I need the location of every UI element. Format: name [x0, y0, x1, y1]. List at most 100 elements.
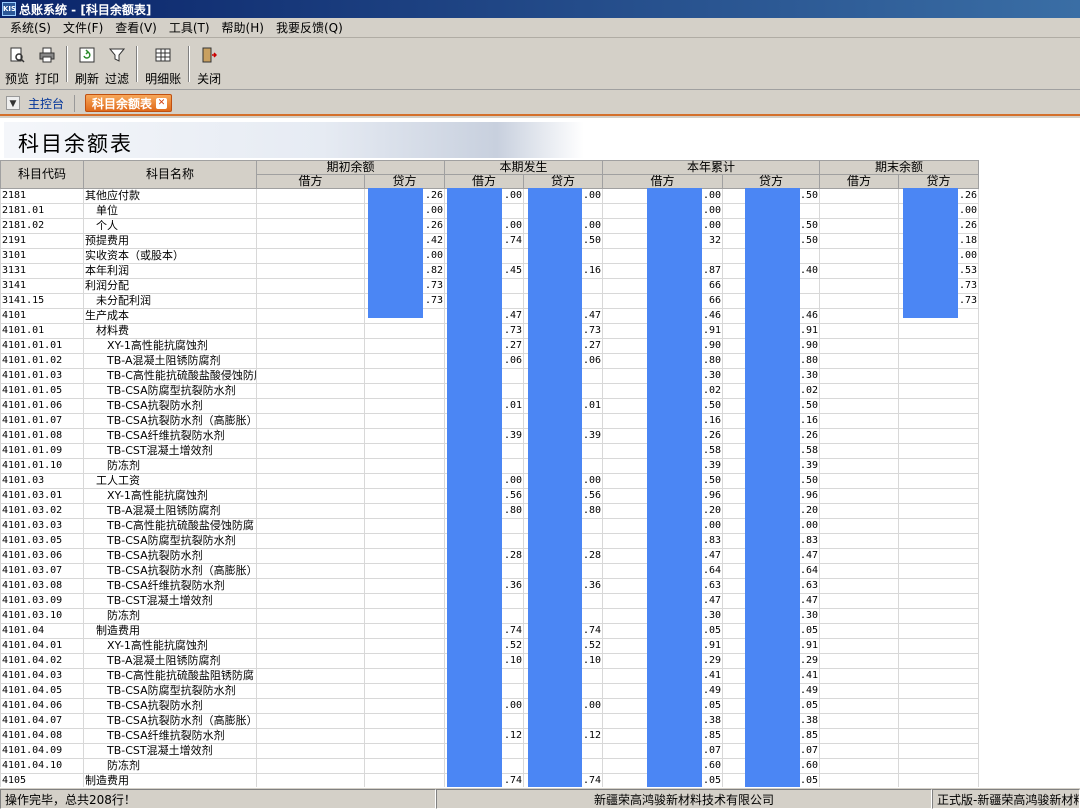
account-name-cell: TB-CSA抗裂防水剂	[83, 698, 257, 714]
amount-cell	[363, 353, 446, 369]
amount-cell	[256, 548, 365, 564]
status-edition: 正式版-新疆荣高鸿骏新材料	[932, 789, 1080, 809]
close-icon[interactable]: ✕	[156, 97, 168, 109]
amount-cell	[898, 443, 980, 459]
amount-cell	[256, 728, 365, 744]
redaction-block	[647, 188, 702, 787]
menu-system[interactable]: 系统(S)	[4, 18, 57, 38]
detail-ledger-label: 明细账	[145, 72, 182, 86]
account-code-cell: 4101.01.09	[0, 443, 84, 459]
amount-cell	[898, 683, 980, 699]
tab-account-balance[interactable]: 科目余额表 ✕	[85, 94, 173, 112]
account-code-cell: 3131	[0, 263, 84, 279]
amount-cell	[363, 368, 446, 384]
amount-cell	[363, 623, 446, 639]
account-name-cell: 其他应付款	[83, 188, 257, 204]
account-code-cell: 4101.04.05	[0, 683, 84, 699]
account-name-cell: TB-A混凝土阻锈防腐剂	[83, 503, 257, 519]
menu-help[interactable]: 帮助(H)	[216, 18, 270, 38]
close-label: 关闭	[197, 72, 222, 86]
account-code-cell: 4101.04.09	[0, 743, 84, 759]
account-code-cell: 4101.03.09	[0, 593, 84, 609]
menu-feedback[interactable]: 我要反馈(Q)	[270, 18, 349, 38]
amount-cell	[256, 623, 365, 639]
header-period[interactable]: 本期发生	[444, 160, 604, 175]
account-code-cell: 4101.01.06	[0, 398, 84, 414]
print-button[interactable]: 打印	[32, 40, 62, 88]
amount-cell	[819, 593, 900, 609]
account-code-cell: 4101.03.07	[0, 563, 84, 579]
detail-ledger-button[interactable]: 明细账	[142, 40, 184, 88]
amount-cell	[256, 308, 365, 324]
header-opening[interactable]: 期初余额	[255, 160, 446, 175]
preview-button[interactable]: 预览	[2, 40, 32, 88]
amount-cell	[256, 428, 365, 444]
menu-tools[interactable]: 工具(T)	[163, 18, 216, 38]
account-code-cell: 4101.04.01	[0, 638, 84, 654]
header-code[interactable]: 科目代码	[0, 160, 84, 189]
amount-cell	[898, 398, 980, 414]
amount-cell	[898, 428, 980, 444]
header-debit[interactable]: 借方	[444, 174, 525, 189]
header-debit[interactable]: 借方	[602, 174, 724, 189]
amount-cell	[898, 563, 980, 579]
amount-cell	[256, 668, 365, 684]
account-code-cell: 4101.03.08	[0, 578, 84, 594]
account-name-cell: TB-CSA防腐型抗裂防水剂	[83, 383, 257, 399]
amount-cell	[256, 398, 365, 414]
account-name-cell: TB-CST混凝土增效剂	[83, 443, 257, 459]
amount-cell	[363, 608, 446, 624]
close-button[interactable]: 关闭	[194, 40, 224, 88]
amount-cell	[898, 533, 980, 549]
account-name-cell: 防冻剂	[83, 758, 257, 774]
preview-label: 预览	[5, 72, 30, 86]
amount-cell	[898, 338, 980, 354]
amount-cell	[898, 668, 980, 684]
amount-cell	[256, 368, 365, 384]
header-debit[interactable]: 借方	[819, 174, 900, 189]
amount-cell	[256, 608, 365, 624]
amount-cell	[256, 503, 365, 519]
report-panel: 科目余额表 科目代码 科目名称 期初余额 本期发生 本年累计 期末余额 借方 贷…	[0, 118, 1080, 787]
header-closing[interactable]: 期末余额	[819, 160, 980, 175]
amount-cell	[363, 713, 446, 729]
amount-cell	[363, 398, 446, 414]
amount-cell	[256, 773, 365, 787]
amount-cell	[819, 293, 900, 309]
account-code-cell: 4101.03.10	[0, 608, 84, 624]
account-name-cell: TB-C高性能抗硫酸盐阻锈防腐	[83, 668, 257, 684]
header-debit[interactable]: 借方	[256, 174, 365, 189]
header-credit[interactable]: 贷方	[898, 174, 980, 189]
amount-cell	[819, 518, 900, 534]
amount-cell	[819, 443, 900, 459]
header-ytd[interactable]: 本年累计	[602, 160, 821, 175]
amount-cell	[363, 698, 446, 714]
tab-home[interactable]: 主控台	[24, 94, 76, 112]
amount-cell	[256, 218, 365, 234]
amount-cell	[256, 758, 365, 774]
header-credit[interactable]: 贷方	[363, 174, 446, 189]
report-title: 科目余额表	[18, 132, 133, 156]
menu-view[interactable]: 查看(V)	[109, 18, 163, 38]
amount-cell	[819, 578, 900, 594]
amount-cell	[363, 758, 446, 774]
preview-icon	[8, 46, 26, 64]
account-code-cell: 4101.04.08	[0, 728, 84, 744]
amount-cell	[898, 728, 980, 744]
header-credit[interactable]: 贷方	[722, 174, 821, 189]
filter-button[interactable]: 过滤	[102, 40, 132, 88]
amount-cell	[898, 413, 980, 429]
menu-file[interactable]: 文件(F)	[57, 18, 109, 38]
chevron-down-icon[interactable]: ▼	[6, 96, 20, 110]
header-name[interactable]: 科目名称	[83, 160, 257, 189]
amount-cell	[256, 578, 365, 594]
amount-cell	[819, 188, 900, 204]
account-name-cell: TB-CST混凝土增效剂	[83, 743, 257, 759]
amount-cell	[898, 503, 980, 519]
amount-cell	[363, 773, 446, 787]
account-code-cell: 2181	[0, 188, 84, 204]
amount-cell	[819, 383, 900, 399]
amount-cell	[256, 383, 365, 399]
header-credit[interactable]: 贷方	[523, 174, 604, 189]
refresh-button[interactable]: 刷新	[72, 40, 102, 88]
